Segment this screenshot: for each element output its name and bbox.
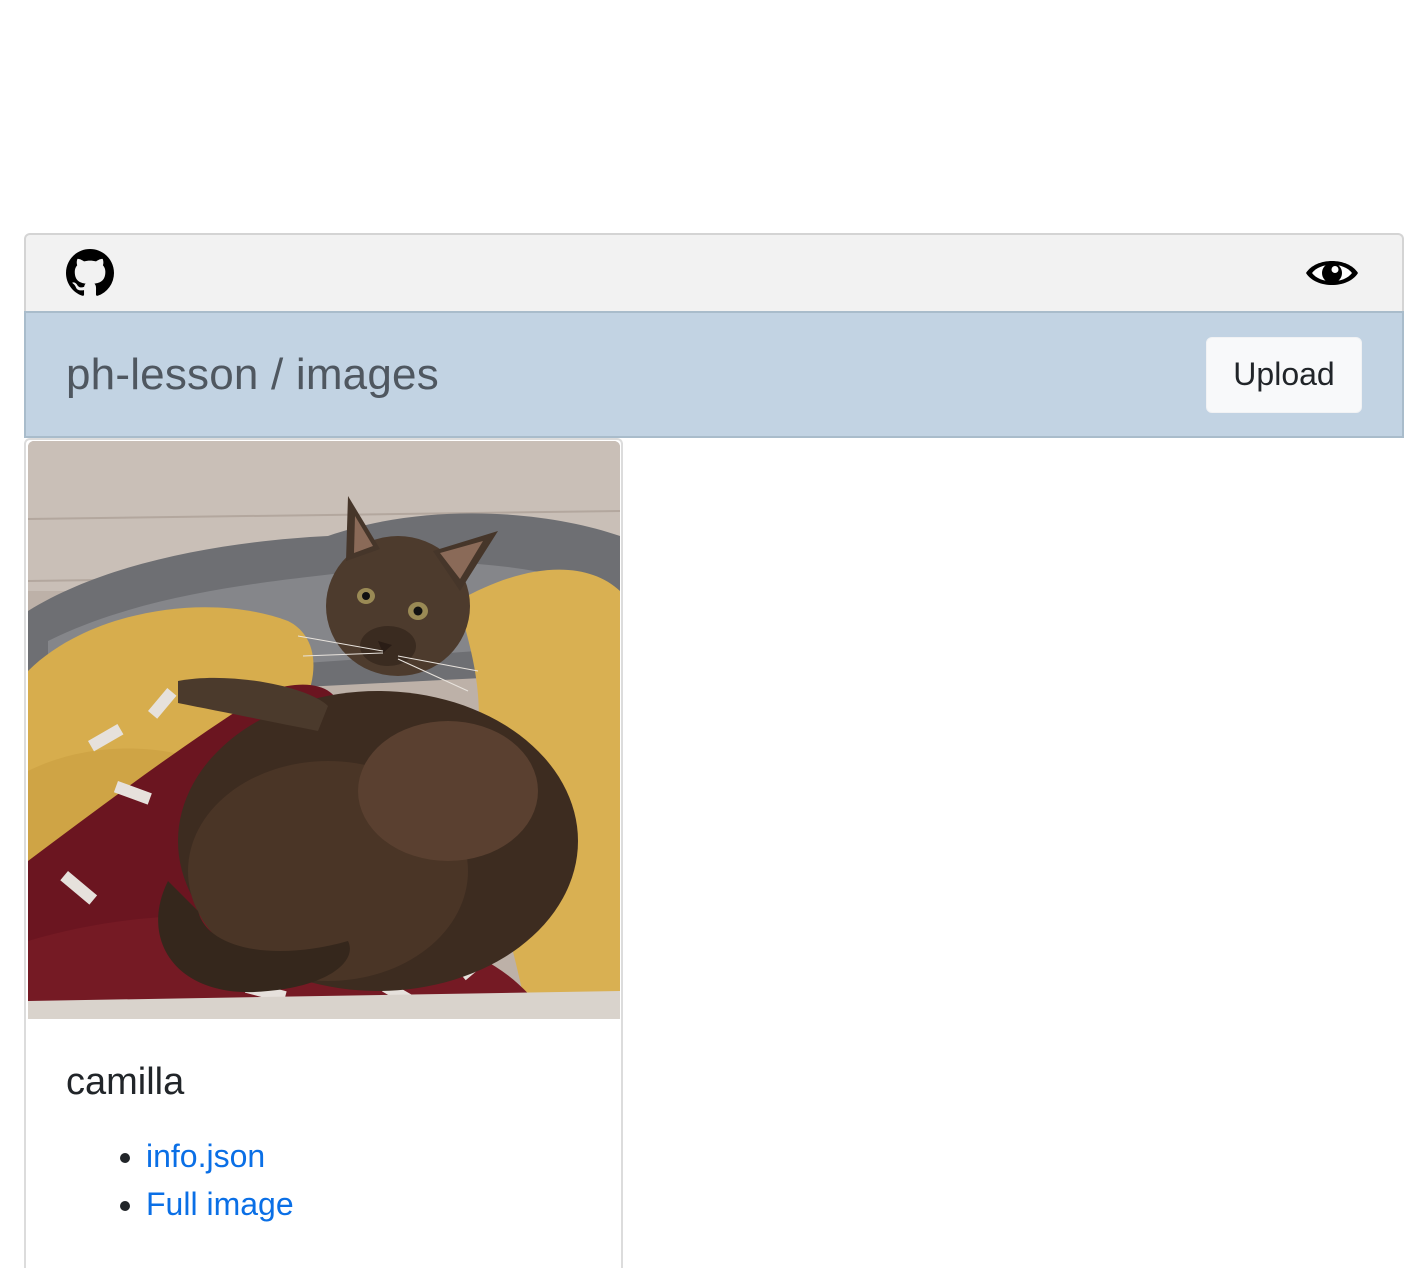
top-bar [24,233,1404,311]
card-links: info.json Full image [66,1132,621,1228]
info-json-link[interactable]: info.json [146,1138,265,1174]
image-card: camilla info.json Full image [24,438,623,1268]
full-image-link[interactable]: Full image [146,1186,294,1222]
repo-path-title: ph-lesson / images [66,349,439,399]
list-item: Full image [146,1180,621,1228]
app-container: ph-lesson / images Upload camilla • info… [24,233,1404,1268]
github-icon[interactable] [66,249,114,297]
cat-photo[interactable] [28,441,620,1019]
list-item: info.json [146,1132,621,1180]
card-title: camilla [66,1061,185,1103]
upload-button[interactable]: Upload [1206,336,1362,413]
card-body: camilla info.json Full image [26,1019,621,1228]
repo-header: ph-lesson / images Upload [24,311,1404,438]
eye-icon[interactable] [1304,253,1360,293]
